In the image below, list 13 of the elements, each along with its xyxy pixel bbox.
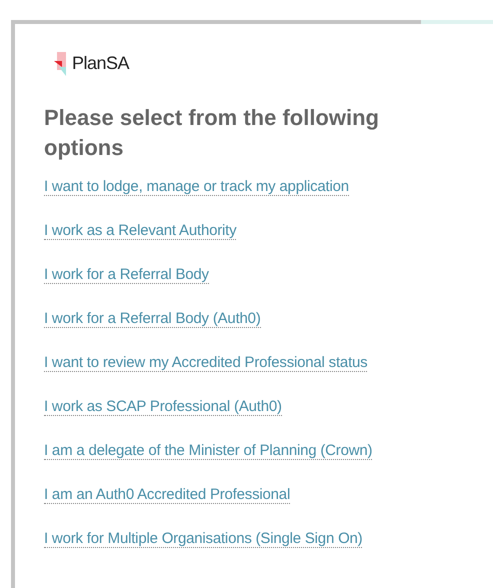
option-link[interactable]: I work as a Relevant Authority: [44, 222, 236, 240]
logo-text: PlanSA: [72, 52, 130, 75]
option-link[interactable]: I work for a Referral Body: [44, 266, 209, 284]
option-link[interactable]: I want to review my Accredited Professional status: [44, 354, 368, 372]
logo-icon: [52, 52, 68, 76]
page-heading: Please select from the following options: [44, 104, 380, 162]
top-accent-bar: [421, 20, 493, 24]
option-link[interactable]: I work for Multiple Organisations (Single Sign On): [44, 530, 362, 548]
option-link[interactable]: I am an Auth0 Accredited Professional: [44, 486, 290, 504]
option-link[interactable]: I am a delegate of the Minister of Planning (Crown): [44, 442, 372, 460]
option-link[interactable]: I want to lodge, manage or track my application: [44, 178, 349, 196]
option-link[interactable]: I work as SCAP Professional (Auth0): [44, 398, 282, 416]
option-link[interactable]: I work for a Referral Body (Auth0): [44, 310, 261, 328]
